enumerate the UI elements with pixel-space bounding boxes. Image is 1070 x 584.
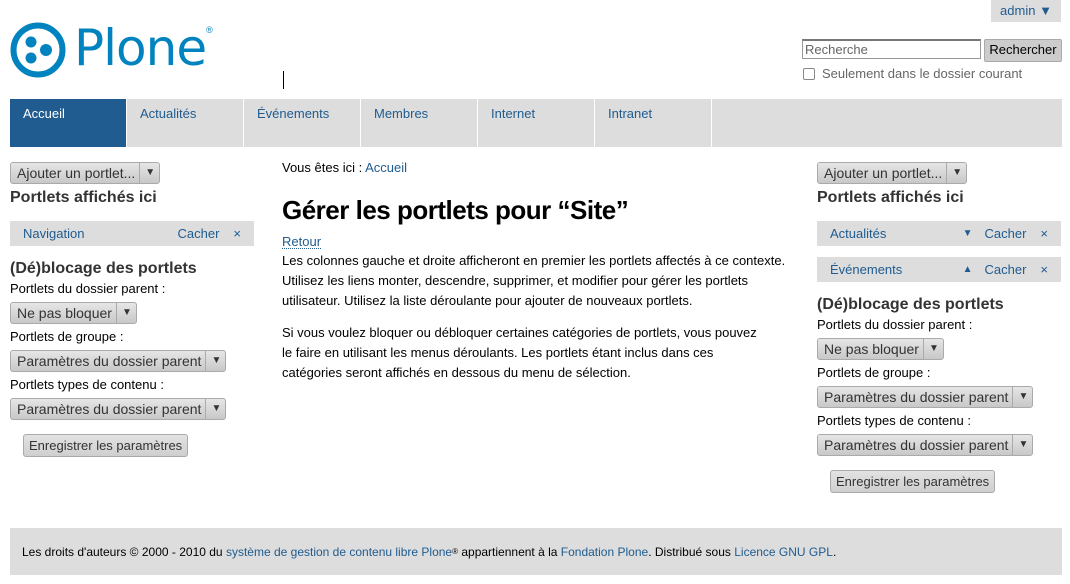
left-content-select[interactable]: Paramètres du dossier parent ▼ [10, 398, 227, 420]
left-parent-value: Ne pas bloquer [17, 305, 112, 321]
left-group-label: Portlets de groupe : [10, 329, 124, 344]
back-link[interactable]: Retour [282, 235, 322, 249]
hide-navigation-link[interactable]: Cacher [177, 226, 219, 241]
footer-foundation-link[interactable]: Fondation Plone [561, 545, 648, 559]
chevron-down-icon: ▼ [946, 163, 966, 183]
tab-internet[interactable]: Internet [478, 99, 595, 147]
right-shown-title: Portlets affichés ici [817, 189, 964, 206]
portlet-actualites-link[interactable]: Actualités [830, 226, 963, 241]
right-parent-value: Ne pas bloquer [824, 341, 919, 357]
chevron-down-icon: ▼ [1012, 387, 1032, 407]
hide-evenements-link[interactable]: Cacher [984, 262, 1026, 277]
right-group-value: Paramètres du dossier parent [824, 389, 1009, 405]
chevron-down-icon: ▼ [922, 339, 943, 359]
logo-registered-mark: ® [206, 25, 213, 35]
right-save-button[interactable]: Enregistrer les paramètres [830, 470, 996, 493]
left-parent-select[interactable]: Ne pas bloquer ▼ [10, 302, 137, 324]
text-cursor [283, 71, 284, 89]
search-button[interactable]: Rechercher [984, 39, 1062, 62]
move-up-icon[interactable]: ▲ [963, 264, 973, 275]
left-group-select[interactable]: Paramètres du dossier parent ▼ [10, 350, 227, 372]
current-folder-label: Seulement dans le dossier courant [822, 66, 1023, 81]
tab-intranet[interactable]: Intranet [595, 99, 712, 147]
left-portlet-column: Ajouter un portlet... ▼ Portlets affiché… [10, 162, 254, 457]
search-input[interactable]: Recherche [802, 39, 981, 59]
breadcrumb-label: Vous êtes ici : [282, 160, 363, 175]
right-parent-select[interactable]: Ne pas bloquer ▼ [817, 338, 944, 360]
footer-license-link[interactable]: Licence GNU GPL [734, 545, 833, 559]
footer-text: Les droits d'auteurs © 2000 - 2010 du [22, 544, 223, 559]
blocking-paragraph: Si vous voulez bloquer ou débloquer cert… [282, 325, 757, 380]
close-icon[interactable]: × [233, 226, 241, 241]
right-portlet-evenements: Événements ▲ Cacher × [817, 257, 1061, 282]
close-icon[interactable]: × [1040, 262, 1048, 277]
left-add-portlet-label: Ajouter un portlet... [17, 165, 136, 181]
tab-accueil[interactable]: Accueil [10, 99, 127, 147]
right-group-label: Portlets de groupe : [817, 365, 931, 380]
move-down-icon[interactable]: ▼ [963, 228, 973, 239]
left-add-portlet-select[interactable]: Ajouter un portlet... ▼ [10, 162, 161, 184]
right-portlet-actualites: Actualités ▼ Cacher × [817, 221, 1061, 246]
tab-actualites[interactable]: Actualités [127, 99, 244, 147]
right-parent-label: Portlets du dossier parent : [817, 317, 973, 332]
user-menu[interactable]: admin ▼ [991, 0, 1061, 22]
left-content-label: Portlets types de contenu : [10, 377, 164, 392]
footer-text: . Distribué sous [648, 544, 731, 559]
current-folder-checkbox[interactable] [803, 67, 815, 80]
left-shown-title: Portlets affichés ici [10, 189, 157, 206]
left-save-button[interactable]: Enregistrer les paramètres [23, 434, 189, 457]
page-title: Gérer les portlets pour “Site” [282, 195, 629, 225]
close-icon[interactable]: × [1040, 226, 1048, 241]
breadcrumb: Vous êtes ici : Accueil [282, 160, 792, 175]
right-content-select[interactable]: Paramètres du dossier parent ▼ [817, 434, 1034, 456]
chevron-down-icon: ▼ [205, 399, 225, 419]
footer: Les droits d'auteurs © 2000 - 2010 du sy… [10, 528, 1062, 575]
footer-text: appartiennent à la [461, 544, 558, 559]
left-portlet-navigation: Navigation Cacher × [10, 221, 254, 246]
tab-membres[interactable]: Membres [361, 99, 478, 147]
portlet-navigation-link[interactable]: Navigation [23, 226, 177, 241]
chevron-down-icon: ▼ [115, 303, 136, 323]
right-content-label: Portlets types de contenu : [817, 413, 971, 428]
hide-actualites-link[interactable]: Cacher [984, 226, 1026, 241]
right-content-value: Paramètres du dossier parent [824, 437, 1009, 453]
intro-paragraph: Les colonnes gauche et droite afficheron… [282, 253, 786, 308]
logo-text: Plone [74, 19, 207, 77]
right-add-portlet-label: Ajouter un portlet... [824, 165, 943, 181]
chevron-down-icon: ▼ [205, 351, 225, 371]
right-group-select[interactable]: Paramètres du dossier parent ▼ [817, 386, 1034, 408]
footer-text: . [832, 544, 837, 559]
right-portlet-column: Ajouter un portlet... ▼ Portlets affiché… [817, 162, 1061, 493]
chevron-down-icon: ▼ [1012, 435, 1032, 455]
portlet-evenements-link[interactable]: Événements [830, 262, 963, 277]
left-content-value: Paramètres du dossier parent [17, 401, 202, 417]
global-nav: Accueil Actualités Événements Membres In… [10, 99, 1062, 147]
chevron-down-icon: ▼ [139, 163, 159, 183]
plone-logo-icon [10, 22, 66, 78]
left-block-title: (Dé)blocage des portlets [10, 260, 197, 277]
plone-logo[interactable]: Plone ® [10, 19, 213, 78]
breadcrumb-home-link[interactable]: Accueil [365, 160, 407, 175]
search-current-folder-option[interactable]: Seulement dans le dossier courant [803, 66, 1022, 81]
right-block-title: (Dé)blocage des portlets [817, 296, 1004, 313]
left-group-value: Paramètres du dossier parent [17, 353, 202, 369]
left-parent-label: Portlets du dossier parent : [10, 281, 166, 296]
footer-registered-mark: ® [452, 547, 459, 556]
main-content: Vous êtes ici : Accueil Gérer les portle… [282, 160, 792, 383]
footer-plone-cms-link[interactable]: système de gestion de contenu libre Plon… [226, 545, 452, 559]
right-add-portlet-select[interactable]: Ajouter un portlet... ▼ [817, 162, 968, 184]
tab-evenements[interactable]: Événements [244, 99, 361, 147]
